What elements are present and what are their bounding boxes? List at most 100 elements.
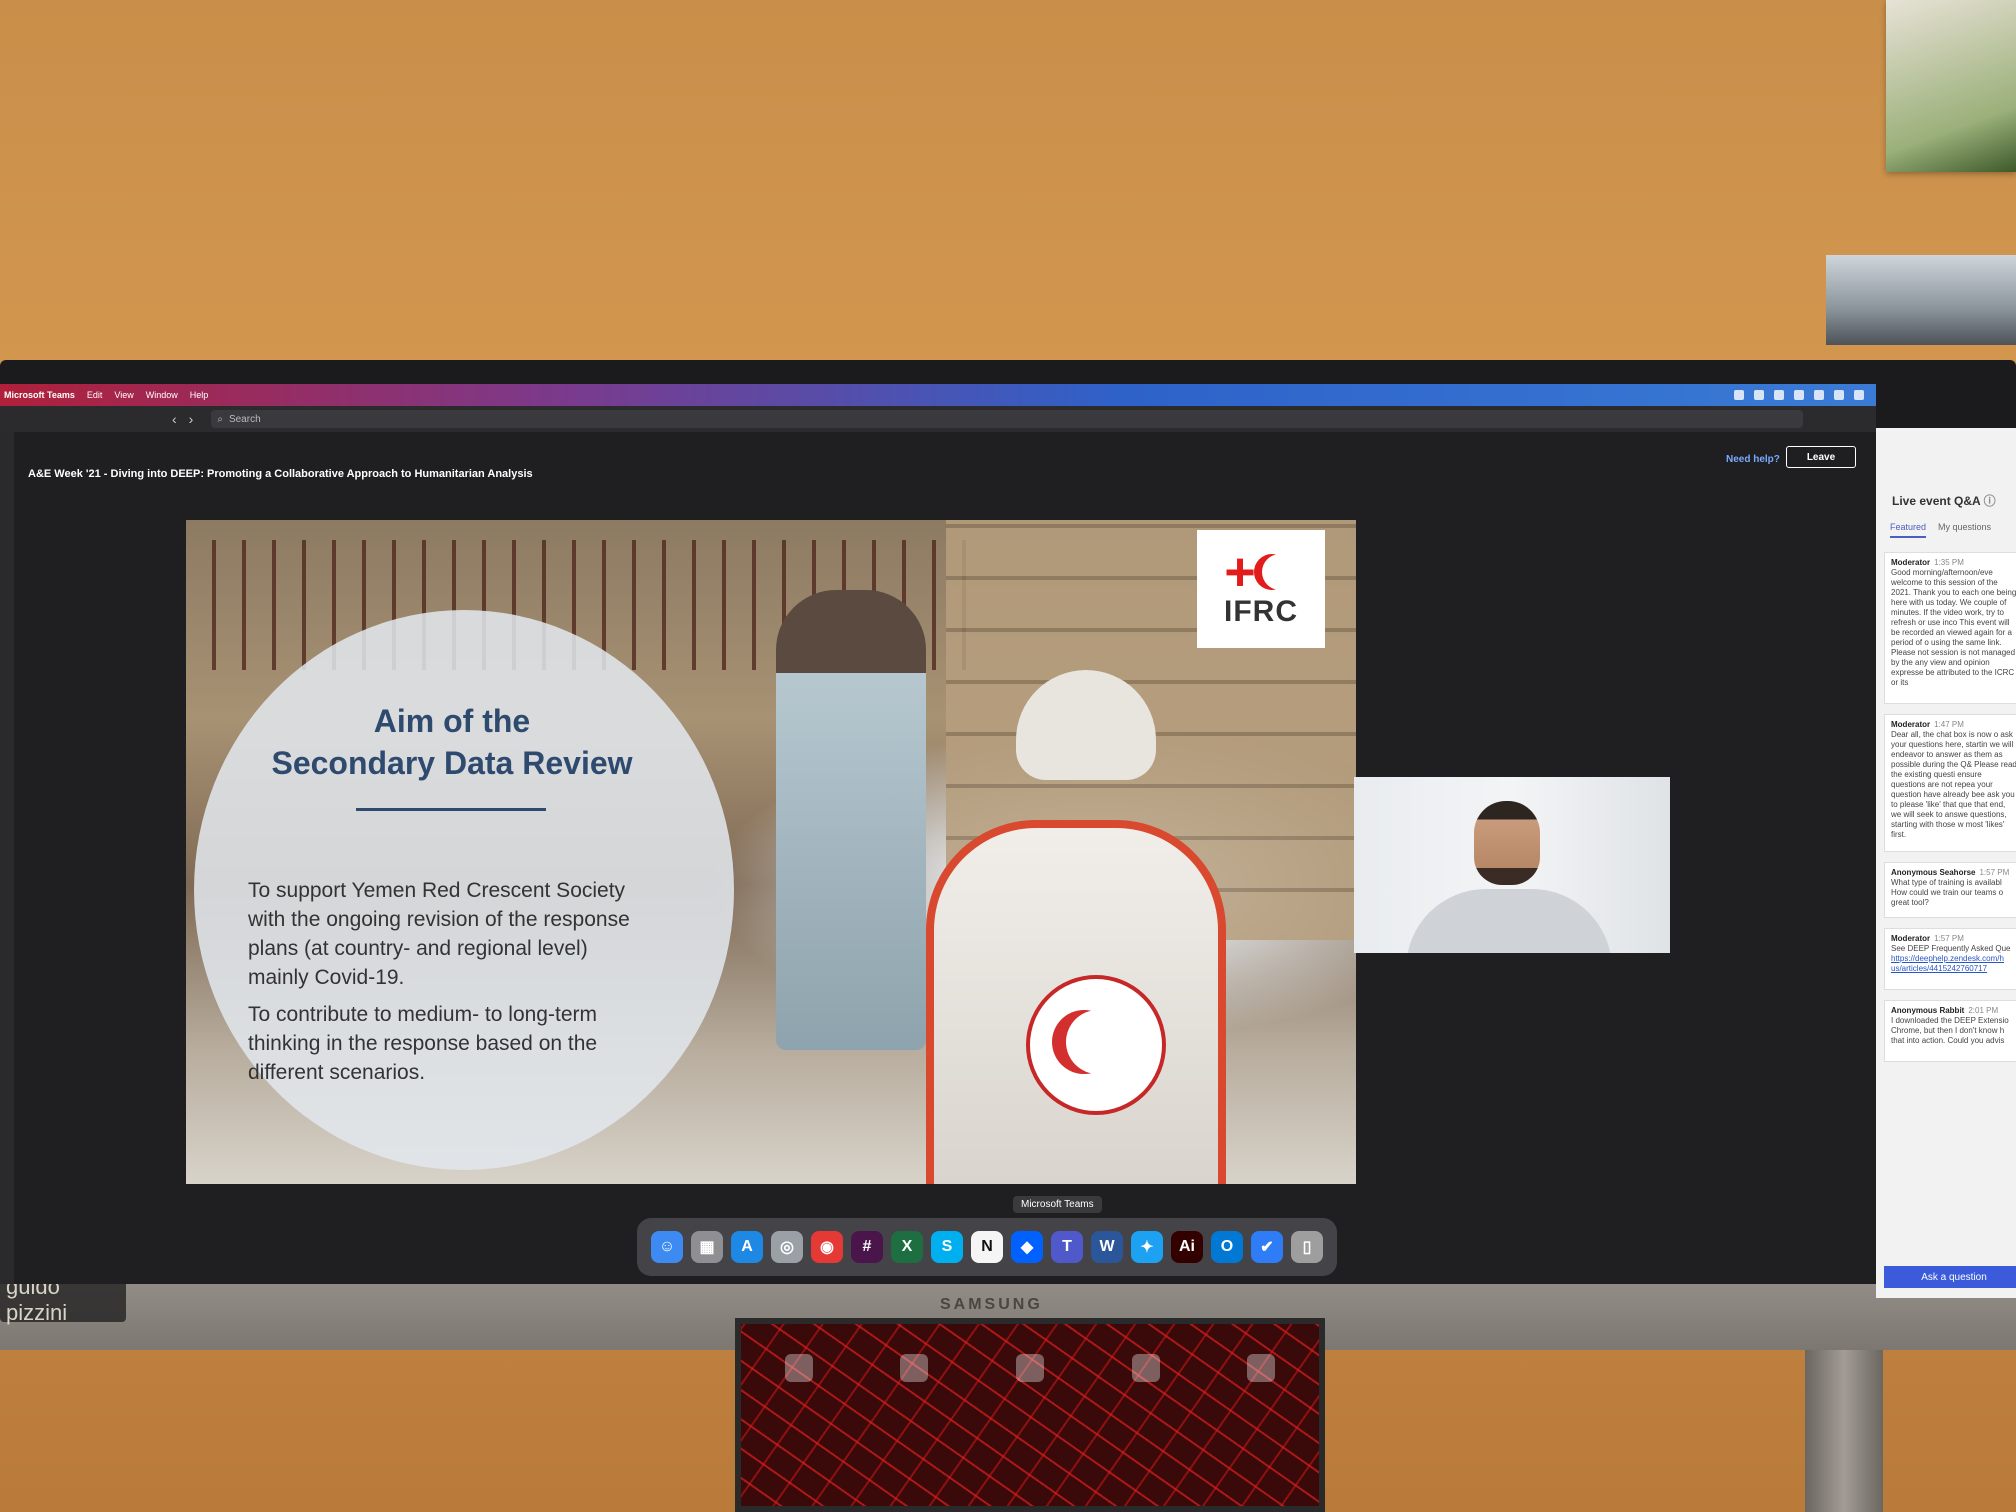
desktop-folder-icon <box>1131 1354 1160 1382</box>
qa-author: Moderator 1:35 PM <box>1891 558 1964 567</box>
desktop-folder-icon <box>900 1354 929 1382</box>
qa-link[interactable]: https://deephelp.zendesk.com/h us/articl… <box>1891 954 2016 974</box>
mac-dock: ☺ ▦ A ◎ ◉ # X S N ◆ T W ✦ Ai O ✔ ▯ <box>637 1218 1337 1276</box>
status-tray <box>1734 390 1876 400</box>
slide-heading-line: Aim of the <box>373 703 531 739</box>
menu-window[interactable]: Window <box>146 390 178 400</box>
red-cross-icon: + <box>1224 542 1256 602</box>
tray-icon[interactable] <box>1774 390 1784 400</box>
desktop-folder-icon <box>784 1354 813 1382</box>
laptop-screen <box>735 1318 1325 1512</box>
tray-icon[interactable] <box>1734 390 1744 400</box>
qa-text: Good morning/afternoon/eve welcome to th… <box>1891 568 2016 687</box>
qa-text: I downloaded the DEEP Extensio Chrome, b… <box>1891 1016 2009 1045</box>
things-icon[interactable]: ✔ <box>1251 1231 1283 1263</box>
qa-title: Live event Q&A ⓘ <box>1892 492 1996 509</box>
event-title: A&E Week '21 - Diving into DEEP: Promoti… <box>28 468 533 480</box>
qa-message: Anonymous Seahorse 1:57 PM What type of t… <box>1884 862 2016 918</box>
menu-edit[interactable]: Edit <box>87 390 103 400</box>
tray-icon[interactable] <box>1754 390 1764 400</box>
qa-time: 1:57 PM <box>1979 868 2010 877</box>
qa-author: Moderator 1:57 PM <box>1891 934 1964 943</box>
slide-photo-person <box>776 590 926 1050</box>
laptop-desktop-icons <box>741 1354 1319 1382</box>
slide-bullet: To contribute to medium- to long-term th… <box>248 1003 598 1084</box>
mac-menubar: Microsoft Teams Edit View Window Help <box>0 384 1876 406</box>
search-placeholder: Search <box>228 413 261 425</box>
qa-time: 1:47 PM <box>1934 720 1964 729</box>
need-help-link[interactable]: Need help? <box>1726 454 1780 465</box>
monitor-stand <box>1805 1350 1883 1512</box>
battery-icon[interactable] <box>1834 390 1844 400</box>
qa-time: 1:35 PM <box>1934 558 1964 567</box>
wifi-icon[interactable] <box>1814 390 1824 400</box>
ifrc-logo-text: IFRC <box>1224 595 1298 628</box>
leave-button[interactable]: Leave <box>1786 446 1856 468</box>
forward-arrow-icon[interactable]: › <box>189 411 194 427</box>
notion-icon[interactable]: N <box>971 1231 1003 1263</box>
teams-left-rail <box>0 432 14 1284</box>
ifrc-logo: + IFRC <box>1197 530 1325 648</box>
presentation-slide: Aim of the Secondary Data Review To supp… <box>186 520 1356 1184</box>
menu-app-name[interactable]: Microsoft Teams <box>4 390 75 400</box>
qa-time: 2:01 PM <box>1968 1006 1999 1015</box>
presenter-head <box>1474 801 1540 885</box>
qa-time: 1:57 PM <box>1934 934 1964 943</box>
twitter-icon[interactable]: ✦ <box>1131 1231 1163 1263</box>
search-input[interactable]: ⌕ Search <box>211 410 1804 428</box>
tab-featured[interactable]: Featured <box>1890 522 1927 538</box>
app-store-icon[interactable]: A <box>731 1231 763 1263</box>
chrome-icon[interactable]: ◉ <box>811 1231 843 1263</box>
qa-panel: Live event Q&A ⓘ Featured My questions M… <box>1876 428 2016 1298</box>
teams-icon[interactable]: T <box>1051 1231 1083 1263</box>
desktop-folder-icon <box>1015 1354 1044 1382</box>
qa-message: Moderator 1:47 PM Dear all, the chat box … <box>1884 714 2016 852</box>
slide-heading-line: Secondary Data Review <box>271 745 633 781</box>
info-icon[interactable]: ⓘ <box>1984 494 1996 508</box>
qa-author: Anonymous Rabbit 2:01 PM <box>1891 1006 1999 1015</box>
qa-message: Anonymous Rabbit 2:01 PM I downloaded the… <box>1884 1000 2016 1062</box>
tab-my-questions[interactable]: My questions <box>1938 522 1991 538</box>
safari-icon[interactable]: ◎ <box>771 1231 803 1263</box>
presenter-video[interactable] <box>1354 777 1670 953</box>
search-icon: ⌕ <box>217 413 223 425</box>
qa-author: Anonymous Seahorse 1:57 PM <box>1891 868 2010 877</box>
crescent-icon <box>1066 1010 1130 1074</box>
menu-help[interactable]: Help <box>190 390 209 400</box>
desktop-folder-icon <box>1247 1354 1276 1382</box>
menu-view[interactable]: View <box>114 390 133 400</box>
monitor-screen: Microsoft Teams Edit View Window Help ‹ … <box>0 384 1876 1284</box>
qa-text: What type of training is availabl How co… <box>1891 878 2004 907</box>
qa-message: Moderator 1:57 PM See DEEP Frequently Ask… <box>1884 928 2016 990</box>
outlook-icon[interactable]: O <box>1211 1231 1243 1263</box>
illustrator-icon[interactable]: Ai <box>1171 1231 1203 1263</box>
qa-text: Dear all, the chat box is now o ask your… <box>1891 730 2016 839</box>
back-arrow-icon[interactable]: ‹ <box>172 411 177 427</box>
ask-question-button[interactable]: Ask a question <box>1884 1266 2016 1288</box>
wall-photo <box>1886 0 2016 172</box>
launchpad-icon[interactable]: ▦ <box>691 1231 723 1263</box>
qa-message: Moderator 1:35 PM Good morning/afternoon/… <box>1884 552 2016 704</box>
word-icon[interactable]: W <box>1091 1231 1123 1263</box>
qa-title-text: Live event Q&A <box>1892 494 1981 508</box>
qa-tabs: Featured My questions <box>1890 522 1991 538</box>
dock-tooltip: Microsoft Teams <box>1013 1196 1102 1213</box>
slide-bullet: To support Yemen Red Crescent Society wi… <box>248 879 630 989</box>
qa-text: See DEEP Frequently Asked Que <box>1891 944 2011 953</box>
teams-titlebar: ‹ › ⌕ Search <box>0 406 1876 432</box>
search-icon[interactable] <box>1854 390 1864 400</box>
presenter-body <box>1406 889 1612 953</box>
monitor-brand: SAMSUNG <box>940 1296 1043 1313</box>
laptop-wallpaper <box>741 1324 1319 1506</box>
tray-icon[interactable] <box>1794 390 1804 400</box>
trash-icon[interactable]: ▯ <box>1291 1231 1323 1263</box>
slide-divider <box>356 808 546 811</box>
red-crescent-icon <box>1262 554 1298 590</box>
excel-icon[interactable]: X <box>891 1231 923 1263</box>
slack-icon[interactable]: # <box>851 1231 883 1263</box>
dropbox-icon[interactable]: ◆ <box>1011 1231 1043 1263</box>
finder-icon[interactable]: ☺ <box>651 1231 683 1263</box>
qa-author: Moderator 1:47 PM <box>1891 720 1964 729</box>
skype-icon[interactable]: S <box>931 1231 963 1263</box>
wall-photo <box>1826 255 2016 345</box>
